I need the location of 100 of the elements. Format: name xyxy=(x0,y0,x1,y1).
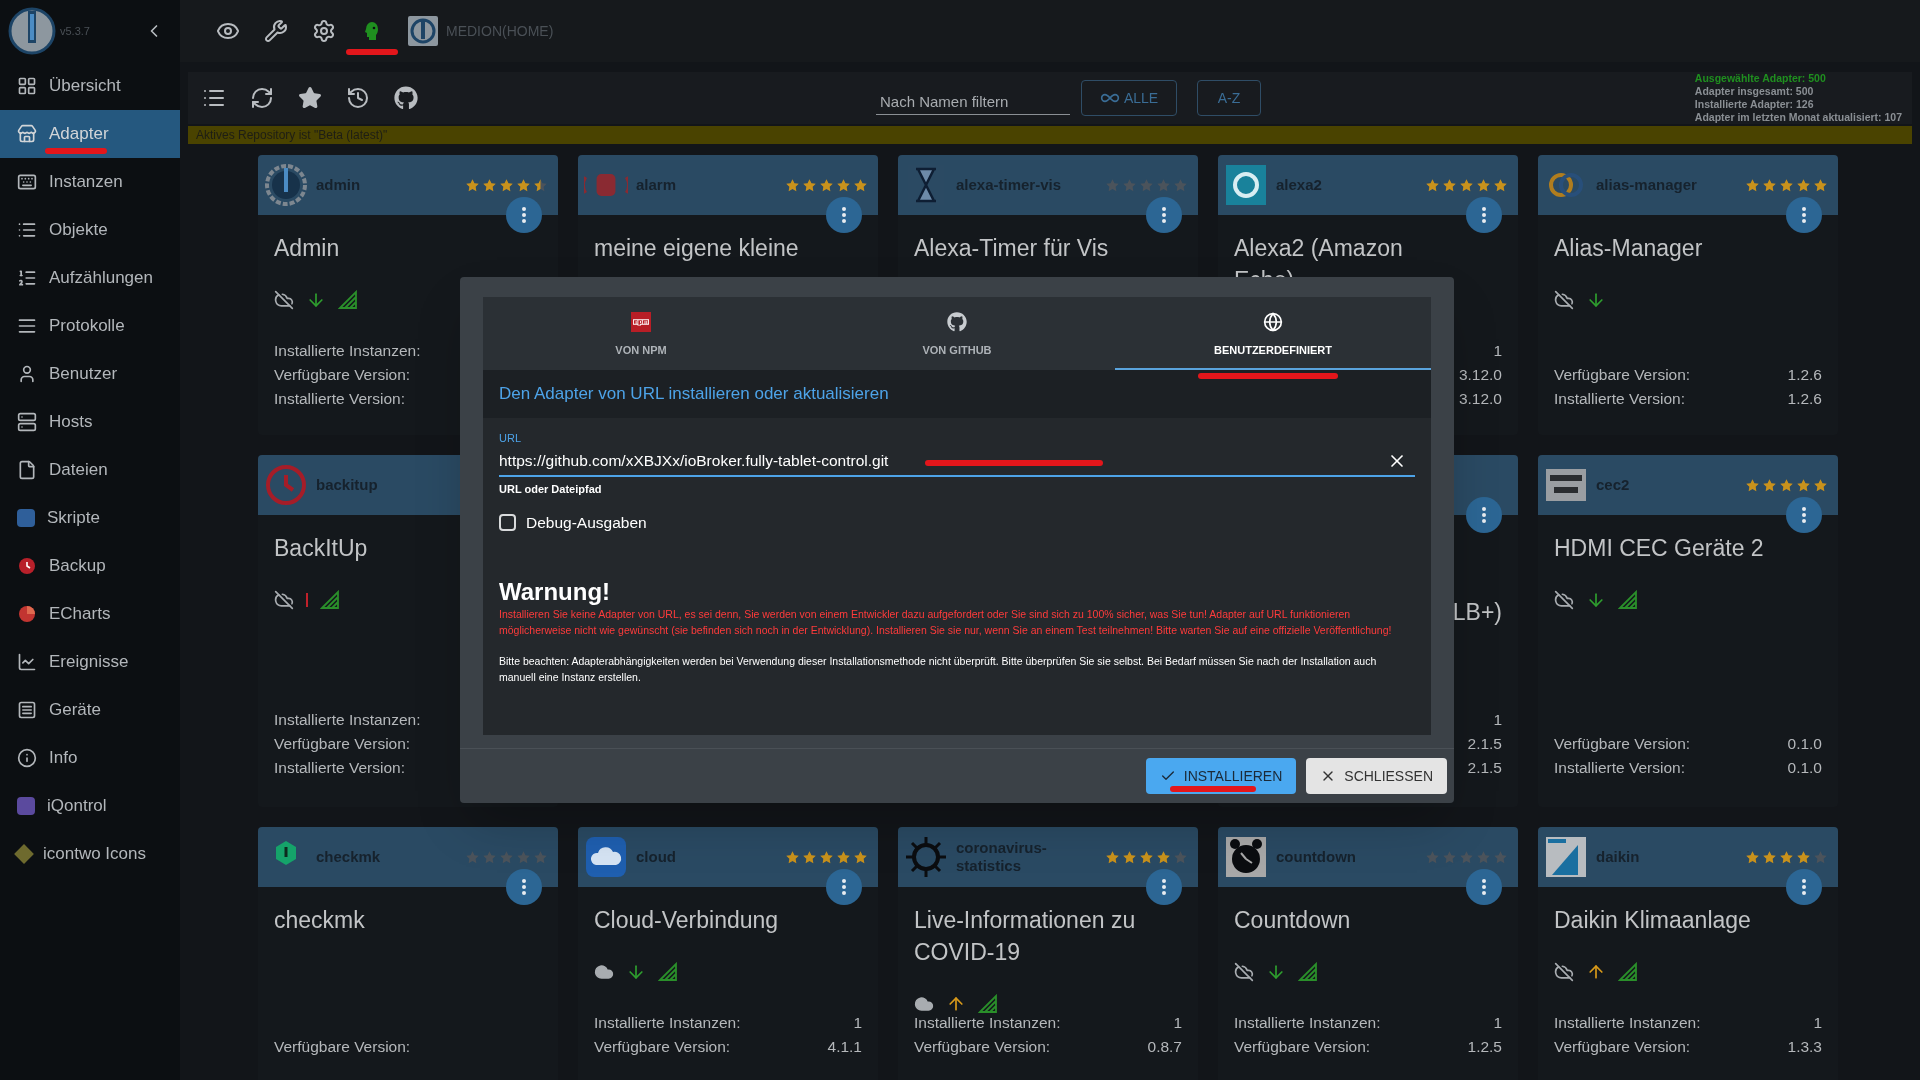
signal-icon xyxy=(1618,590,1638,610)
star-icon xyxy=(1139,849,1154,865)
filter-field[interactable]: Nach Namen filtern xyxy=(876,81,1070,115)
star-icon xyxy=(516,849,531,865)
adapter-title: Daikin Klimaanlage xyxy=(1554,906,1752,935)
helper-text: URL oder Dateipfad xyxy=(499,481,603,497)
adapter-title: meine eigene kleine xyxy=(594,234,800,263)
settings-icon[interactable] xyxy=(312,19,336,43)
sidebar-item[interactable]: Protokolle xyxy=(0,302,180,350)
star-icon xyxy=(1813,477,1828,493)
info-value: 4.1.1 xyxy=(827,1037,862,1058)
wrench-icon[interactable] xyxy=(264,19,288,43)
info-value: 1 xyxy=(853,1013,862,1034)
info-label: Verfügbare Version: xyxy=(274,1037,411,1058)
star-icon[interactable] xyxy=(298,86,322,110)
menu-button[interactable] xyxy=(1786,869,1822,905)
more-icon xyxy=(1482,507,1486,523)
tab[interactable]: VON NPM xyxy=(483,297,799,370)
info-label: Verfügbare Version: xyxy=(1554,365,1691,386)
cat-silhouette-icon[interactable] xyxy=(394,86,418,110)
chart-icon xyxy=(17,652,37,672)
dialog-subtitle: Den Adapter von URL installieren oder aktualisieren xyxy=(499,383,889,406)
menu-button[interactable] xyxy=(826,197,862,233)
close-button[interactable]: SCHLIESSEN xyxy=(1306,758,1447,794)
sidebar-item[interactable]: Benutzer xyxy=(0,350,180,398)
menu-button[interactable] xyxy=(1146,869,1182,905)
cloud-off-icon xyxy=(274,590,294,610)
menu-button[interactable] xyxy=(506,869,542,905)
adapter-title: BackItUp xyxy=(274,534,369,563)
list-icon xyxy=(17,268,37,288)
sidebar-item[interactable]: Hosts xyxy=(0,398,180,446)
star-icon xyxy=(1476,177,1491,193)
warning-text: Installieren Sie keine Adapter von URL, es sei denn, Sie werden von einem Entwickler dazu aufgefordert oder Sie sind sich zu 100% sicher, was Sie tun! Adapter auf URL funktionieren möglicherweise nicht wie gewünscht (sie befinden sich noch in der Entwicklung). Installieren Sie sie nur, wenn Sie an einem Test teilnehmen! Bitte warten Sie auf eine offizielle Veröffentlichung! xyxy=(499,607,1393,639)
menu-button[interactable] xyxy=(1146,197,1182,233)
sidebar-item[interactable]: Skripte xyxy=(0,494,180,542)
menu-button[interactable] xyxy=(1786,197,1822,233)
star-icon xyxy=(1476,849,1491,865)
annotation-stroke xyxy=(346,49,398,55)
sidebar-item[interactable]: Dateien xyxy=(0,446,180,494)
cloud-icon xyxy=(594,962,614,982)
info-label: Installierte Version: xyxy=(274,389,405,410)
install-button[interactable]: INSTALLIEREN xyxy=(1145,758,1297,794)
file-icon xyxy=(17,460,37,480)
refresh-icon[interactable] xyxy=(250,86,274,110)
more-icon xyxy=(1802,879,1806,895)
star-icon xyxy=(1779,849,1794,865)
more-icon xyxy=(522,207,526,223)
logo-icon xyxy=(408,16,438,46)
cloud-off-icon xyxy=(1554,290,1574,310)
tab[interactable]: VON GITHUB xyxy=(799,297,1115,370)
info-label: Installierte Instanzen: xyxy=(1554,1013,1701,1034)
sidebar-item[interactable]: Objekte xyxy=(0,206,180,254)
star-icon xyxy=(1493,177,1508,193)
info-value: 1 xyxy=(1493,710,1502,731)
checkbox[interactable] xyxy=(499,514,516,532)
sidebar-item[interactable]: Übersicht xyxy=(0,62,180,110)
sidebar-item[interactable]: Info xyxy=(0,734,180,782)
adapter-title: Countdown xyxy=(1234,906,1352,935)
info-value: 1.2.5 xyxy=(1467,1037,1502,1058)
url-field[interactable]: https://github.com/xXBJXx/ioBroker.fully-tablet-control.git xyxy=(499,446,1385,475)
cloud-app-icon xyxy=(584,835,628,879)
globe-icon xyxy=(1263,312,1283,333)
menu-button[interactable] xyxy=(1786,497,1822,533)
sidebar-item[interactable]: iQontrol xyxy=(0,782,180,830)
more-icon xyxy=(522,879,526,895)
info-value: 1 xyxy=(1493,341,1502,362)
sidebar-item[interactable]: Backup xyxy=(0,542,180,590)
star-icon xyxy=(802,177,817,193)
info-value: 0.1.0 xyxy=(1787,734,1822,755)
star-icon xyxy=(1796,477,1811,493)
sidebar-item[interactable]: Aufzählungen xyxy=(0,254,180,302)
menu-button[interactable] xyxy=(826,869,862,905)
square-logo-icon xyxy=(631,312,651,333)
star-icon xyxy=(1105,849,1120,865)
cloud-off-icon xyxy=(1234,962,1254,982)
star-icon xyxy=(1796,177,1811,193)
star-icon xyxy=(853,849,868,865)
sidebar-item[interactable]: ECharts xyxy=(0,590,180,638)
sidebar-item[interactable]: Instanzen xyxy=(0,158,180,206)
star-icon xyxy=(1459,849,1474,865)
star-icon xyxy=(1122,849,1137,865)
store-icon xyxy=(17,124,37,144)
info-value: 2.1.5 xyxy=(1467,734,1502,755)
logo-icon xyxy=(8,7,56,55)
sidebar-item[interactable]: icontwo Icons xyxy=(0,830,180,878)
history-icon[interactable] xyxy=(346,86,370,110)
sidebar-item[interactable]: Ereignisse xyxy=(0,638,180,686)
sidebar-item[interactable]: Adapter xyxy=(0,110,180,158)
menu-button[interactable] xyxy=(1466,497,1502,533)
star-icon xyxy=(1122,177,1137,193)
sidebar-item[interactable]: Geräte xyxy=(0,686,180,734)
adapter-title: HDMI CEC Geräte 2 xyxy=(1554,534,1765,563)
menu-button[interactable] xyxy=(1466,869,1502,905)
star-icon xyxy=(1139,177,1154,193)
info-label: Installierte Instanzen: xyxy=(914,1013,1061,1034)
virus-icon xyxy=(904,835,948,879)
adapter-title: Alias-Manager xyxy=(1554,234,1704,263)
star-icon xyxy=(1762,177,1777,193)
menu-button[interactable] xyxy=(506,197,542,233)
menu-button[interactable] xyxy=(1466,197,1502,233)
